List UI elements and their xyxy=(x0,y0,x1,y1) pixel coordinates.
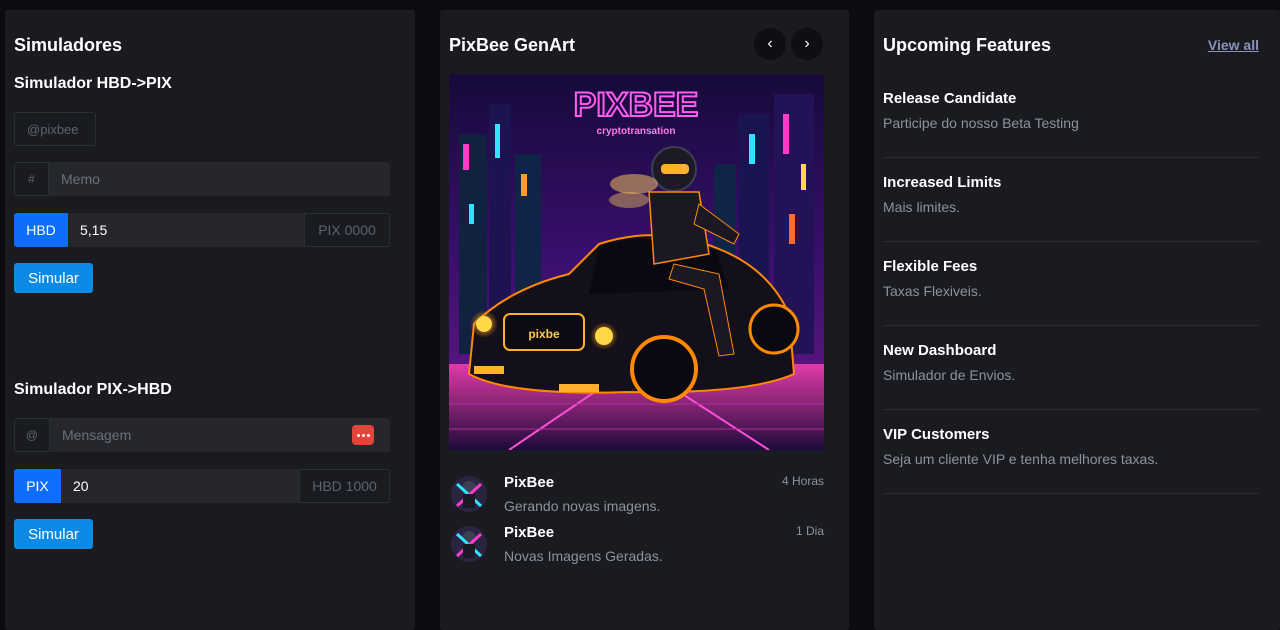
pix-currency-tag: PIX xyxy=(14,469,61,503)
simulators-title: Simuladores xyxy=(14,35,123,55)
hbd-pix-simulator-title: Simulador HBD->PIX xyxy=(14,75,172,92)
username-placeholder: @pixbee xyxy=(27,121,79,137)
simulators-card: Simuladores Simulador HBD->PIX @pixbee #… xyxy=(5,10,415,630)
prev-arrow-icon[interactable]: ‹ xyxy=(754,28,786,60)
feed-item[interactable]: PixBee Gerando novas imagens. 4 Horas xyxy=(449,474,824,518)
hash-addon: # xyxy=(14,162,49,196)
feature-name: Increased Limits xyxy=(883,174,1002,191)
feature-item: New Dashboard Simulador de Envios. xyxy=(883,326,1259,410)
simulate-hbd-button[interactable]: Simular xyxy=(14,263,93,293)
message-field-wrapper xyxy=(50,418,390,452)
feature-description: Seja um cliente VIP e tenha melhores tax… xyxy=(883,451,1159,467)
feed-message: Novas Imagens Geradas. xyxy=(504,548,663,564)
feature-item: Release Candidate Participe do nosso Bet… xyxy=(883,74,1259,158)
avatar xyxy=(451,526,487,562)
message-input[interactable] xyxy=(50,418,390,452)
pix-result-field: PIX 0000 xyxy=(304,213,390,247)
feed-time: 1 Dia xyxy=(795,524,824,538)
memo-input[interactable] xyxy=(49,162,390,196)
hbd-result-field: HBD 1000 xyxy=(299,469,390,503)
genart-illustration: PIXBEE cryptotransation pixbe xyxy=(449,74,824,450)
pix-amount-group: PIX HBD 1000 xyxy=(14,469,390,503)
features-card: Upcoming Features View all Release Candi… xyxy=(874,10,1280,630)
hbd-amount-group: HBD PIX 0000 xyxy=(14,213,390,247)
feature-item: Increased Limits Mais limites. xyxy=(883,158,1259,242)
art-logo-text: PIXBEE xyxy=(574,86,699,124)
at-addon: @ xyxy=(14,418,50,452)
memo-input-group: # xyxy=(14,162,390,196)
hbd-amount-input[interactable] xyxy=(68,213,304,247)
pix-amount-input[interactable] xyxy=(61,469,299,503)
avatar-image xyxy=(451,526,487,562)
avatar-image xyxy=(451,476,487,512)
features-title: Upcoming Features xyxy=(883,35,1052,55)
message-input-group: @ xyxy=(14,418,390,452)
avatar xyxy=(451,476,487,512)
feature-description: Participe do nosso Beta Testing xyxy=(883,115,1079,131)
feature-description: Mais limites. xyxy=(883,199,961,215)
feature-description: Taxas Flexiveis. xyxy=(883,283,982,299)
feed-time: 4 Horas xyxy=(781,474,824,488)
username-input[interactable]: @pixbee xyxy=(14,112,96,146)
more-options-icon[interactable] xyxy=(352,425,374,445)
view-all-link[interactable]: View all xyxy=(1208,37,1259,53)
feature-item: Flexible Fees Taxas Flexiveis. xyxy=(883,242,1259,326)
feed-author: PixBee xyxy=(504,474,555,491)
simulate-pix-button[interactable]: Simular xyxy=(14,519,93,549)
next-arrow-icon[interactable]: › xyxy=(791,28,823,60)
art-plate-text: pixbe xyxy=(528,327,560,341)
genart-card: PixBee GenArt ‹ › PIXBEE cryptotransatio… xyxy=(440,10,849,630)
feature-item: VIP Customers Seja um cliente VIP e tenh… xyxy=(883,410,1259,494)
feed-message: Gerando novas imagens. xyxy=(504,498,661,514)
pix-hbd-simulator-title: Simulador PIX->HBD xyxy=(14,381,172,398)
feature-description: Simulador de Envios. xyxy=(883,367,1016,383)
feature-name: Release Candidate xyxy=(883,90,1017,107)
feature-name: Flexible Fees xyxy=(883,258,978,275)
art-logo-subtext: cryptotransation xyxy=(597,126,676,137)
feature-name: VIP Customers xyxy=(883,426,990,443)
feature-name: New Dashboard xyxy=(883,342,997,359)
genart-title: PixBee GenArt xyxy=(449,35,576,55)
genart-image: PIXBEE cryptotransation pixbe xyxy=(449,74,824,450)
feed-author: PixBee xyxy=(504,524,555,541)
hbd-currency-tag: HBD xyxy=(14,213,68,247)
feed-item[interactable]: PixBee Novas Imagens Geradas. 1 Dia xyxy=(449,524,824,568)
